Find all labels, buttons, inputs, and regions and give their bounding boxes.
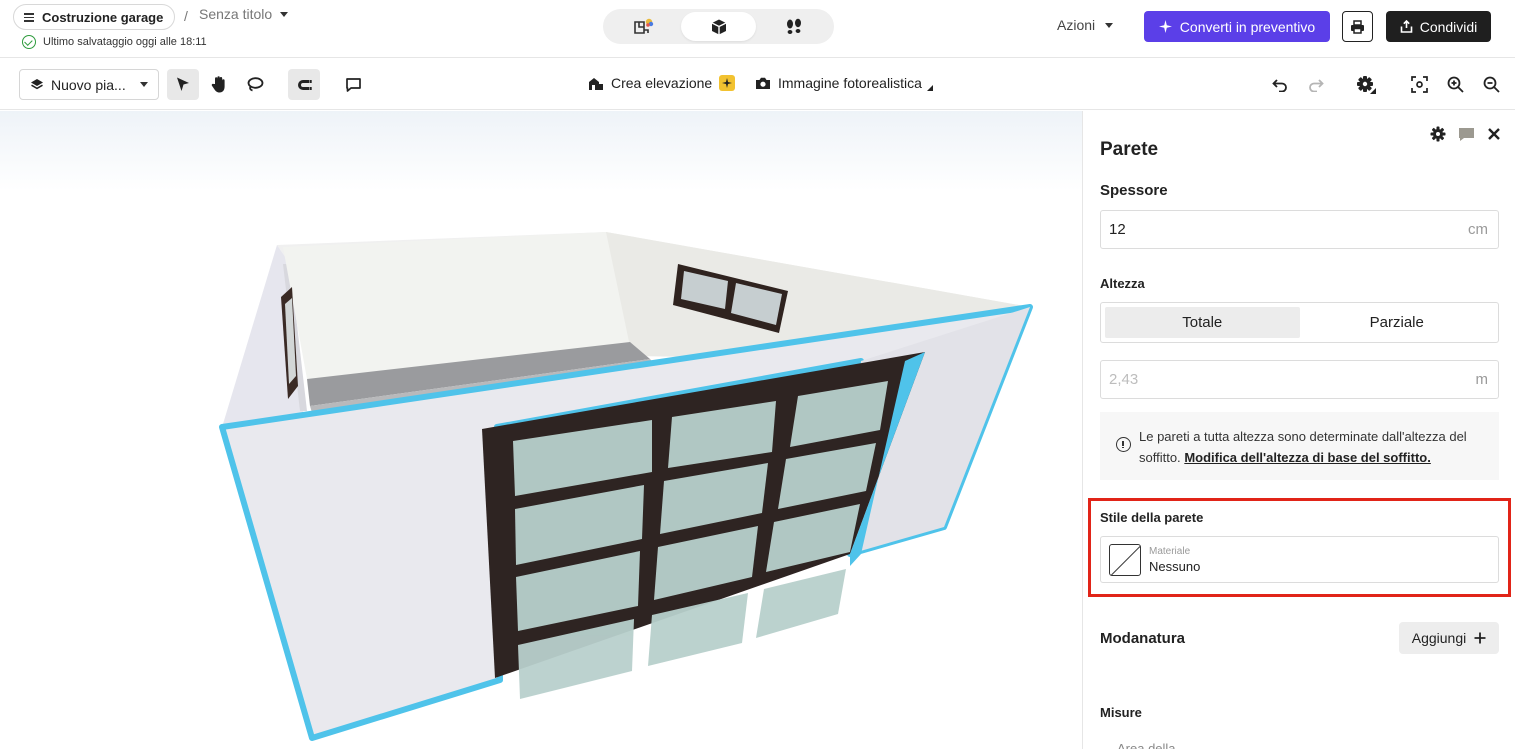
add-label: Aggiungi xyxy=(1411,630,1467,646)
height-mode-toggle: Totale Parziale xyxy=(1100,302,1499,343)
hand-icon xyxy=(211,76,225,93)
material-picker[interactable]: Materiale Nessuno xyxy=(1100,536,1499,583)
view-settings-button[interactable] xyxy=(1350,69,1382,100)
check-circle-icon xyxy=(22,35,36,49)
share-label: Condividi xyxy=(1419,18,1478,35)
lasso-icon xyxy=(247,77,264,92)
molding-label: Modanatura xyxy=(1100,630,1186,647)
save-status-text: Ultimo salvataggio oggi alle 18:11 xyxy=(43,36,207,48)
floorplan-icon xyxy=(633,18,653,34)
redo-button[interactable] xyxy=(1300,69,1332,100)
convert-label: Converti in preventivo xyxy=(1179,18,1316,35)
fit-view-icon xyxy=(1410,76,1428,93)
cube-icon xyxy=(711,19,726,34)
floor-select-label: Nuovo pia... xyxy=(51,76,126,93)
main-toolbar: Nuovo pia... Crea elevazione Immagine fo… xyxy=(0,59,1515,110)
zoom-out-icon xyxy=(1483,76,1500,93)
gear-icon xyxy=(1357,76,1376,94)
info-icon xyxy=(1116,437,1131,452)
close-icon[interactable] xyxy=(1487,127,1501,141)
convert-to-quote-button[interactable]: Converti in preventivo xyxy=(1144,11,1330,42)
3d-canvas[interactable] xyxy=(0,111,1082,749)
redo-icon xyxy=(1309,78,1324,92)
chevron-down-icon xyxy=(1105,22,1114,28)
chevron-down-icon xyxy=(280,11,289,17)
height-label: Altezza xyxy=(1100,276,1145,291)
sparkle-icon xyxy=(1158,20,1172,33)
footprints-icon xyxy=(786,18,801,34)
lasso-tool[interactable] xyxy=(239,69,271,100)
height-unit: m xyxy=(1475,371,1489,388)
comment-icon[interactable] xyxy=(1458,127,1475,142)
print-button[interactable] xyxy=(1342,11,1373,42)
view-walkthrough-button[interactable] xyxy=(756,12,831,41)
chevron-down-icon xyxy=(140,82,148,87)
undo-button[interactable] xyxy=(1264,69,1296,100)
undo-icon xyxy=(1272,78,1287,92)
thickness-unit: cm xyxy=(1468,221,1488,238)
actions-label: Azioni xyxy=(1057,17,1096,33)
thickness-value: 12 xyxy=(1109,221,1126,238)
view-3d-button[interactable] xyxy=(681,12,756,41)
no-material-swatch-icon xyxy=(1109,543,1141,576)
photoreal-image-button[interactable]: Immagine fotorealistica xyxy=(755,75,933,91)
document-title-dropdown[interactable]: Senza titolo xyxy=(199,6,289,22)
select-tool[interactable] xyxy=(167,69,199,100)
panel-title: Parete xyxy=(1100,139,1159,160)
garage-3d-model xyxy=(219,232,1033,741)
wall-style-label: Stile della parete xyxy=(1100,510,1204,525)
height-value: 2,43 xyxy=(1109,371,1139,388)
material-value: Nessuno xyxy=(1149,558,1201,574)
edit-ceiling-height-link[interactable]: Modifica dell'altezza di base del soffit… xyxy=(1184,450,1431,465)
save-status: Ultimo salvataggio oggi alle 18:11 xyxy=(22,35,207,49)
create-elevation-label: Crea elevazione xyxy=(611,75,713,91)
magnet-snap-tool[interactable] xyxy=(288,69,320,100)
zoom-in-button[interactable] xyxy=(1439,69,1471,100)
actions-dropdown[interactable]: Azioni xyxy=(1057,17,1114,33)
project-name: Costruzione garage xyxy=(42,9,164,25)
layers-icon xyxy=(31,78,43,89)
share-icon xyxy=(1400,20,1413,33)
material-caption: Materiale xyxy=(1149,545,1191,557)
zoom-out-button[interactable] xyxy=(1475,69,1507,100)
document-title: Senza titolo xyxy=(199,6,273,22)
thickness-label: Spessore xyxy=(1100,182,1168,199)
printer-icon xyxy=(1351,19,1364,34)
zoom-in-icon xyxy=(1447,76,1464,93)
height-total-option[interactable]: Totale xyxy=(1105,307,1300,338)
share-button[interactable]: Condividi xyxy=(1386,11,1491,42)
properties-panel: Parete Spessore 12 cm Altezza Totale Par… xyxy=(1082,111,1515,749)
create-elevation-button[interactable]: Crea elevazione xyxy=(588,75,736,91)
photoreal-image-label: Immagine fotorealistica xyxy=(778,75,922,91)
height-partial-option[interactable]: Parziale xyxy=(1300,307,1495,338)
breadcrumb-separator: / xyxy=(184,8,188,24)
camera-icon xyxy=(756,77,770,89)
panel-actions xyxy=(1430,126,1501,142)
plus-icon xyxy=(1474,632,1486,644)
comment-icon xyxy=(345,77,361,92)
add-molding-button[interactable]: Aggiungi xyxy=(1399,622,1499,654)
floor-select[interactable]: Nuovo pia... xyxy=(19,69,159,100)
ceiling-height-info: Le pareti a tutta altezza sono determina… xyxy=(1100,412,1499,480)
premium-star-icon xyxy=(719,75,736,91)
cursor-arrow-icon xyxy=(177,77,189,91)
fit-to-screen-button[interactable] xyxy=(1403,69,1435,100)
corner-dropdown-icon xyxy=(926,85,933,91)
project-menu-button[interactable]: Costruzione garage xyxy=(13,4,176,30)
menu-icon xyxy=(24,13,34,22)
comment-tool[interactable] xyxy=(337,69,369,100)
view-mode-toggle xyxy=(603,9,834,44)
measures-label: Misure xyxy=(1100,705,1142,720)
area-label: Area della xyxy=(1117,741,1176,749)
elevation-building-icon xyxy=(589,77,603,90)
pan-tool[interactable] xyxy=(203,69,235,100)
height-field: 2,43 m xyxy=(1100,360,1499,399)
view-2d-button[interactable] xyxy=(606,12,681,41)
settings-icon[interactable] xyxy=(1430,126,1446,142)
thickness-field[interactable]: 12 cm xyxy=(1100,210,1499,249)
magnet-icon xyxy=(298,79,312,90)
top-header: Costruzione garage / Senza titolo Ultimo… xyxy=(0,0,1515,58)
